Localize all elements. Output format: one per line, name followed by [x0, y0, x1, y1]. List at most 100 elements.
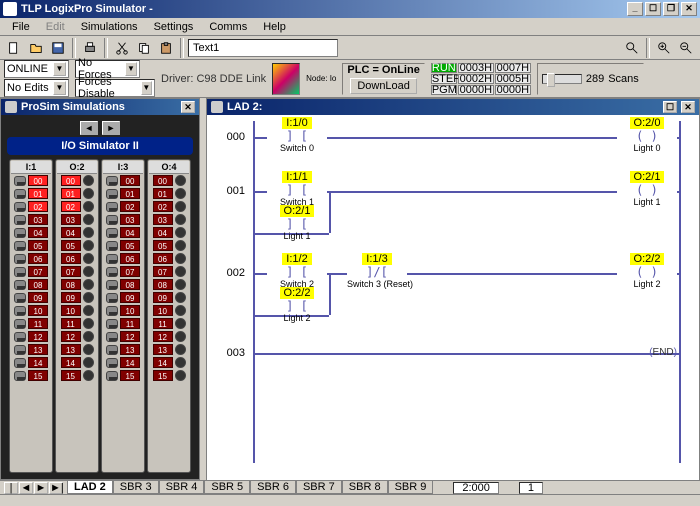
ladder-instruction[interactable]: I:1/3]/[Switch 3 (Reset) — [347, 253, 407, 289]
tab-scroll-first[interactable]: |◄ — [4, 482, 18, 494]
menu-help[interactable]: Help — [255, 19, 294, 35]
ladder-instruction[interactable]: O:2/2] [Light 2 — [267, 287, 327, 323]
io-switch[interactable] — [106, 319, 118, 329]
prosim-close-button[interactable]: ✕ — [181, 101, 195, 113]
io-switch[interactable] — [14, 267, 26, 277]
file-tab[interactable]: SBR 8 — [342, 481, 388, 494]
scan-slider[interactable] — [542, 74, 582, 84]
io-row: 11 — [106, 317, 140, 330]
ladder-instruction[interactable]: I:1/1] [Switch 1 — [267, 171, 327, 207]
menu-comms[interactable]: Comms — [201, 19, 255, 35]
io-switch[interactable] — [14, 241, 26, 251]
io-switch[interactable] — [14, 215, 26, 225]
file-tab[interactable]: LAD 2 — [67, 481, 113, 494]
print-button[interactable] — [80, 38, 100, 58]
find-button[interactable] — [622, 38, 642, 58]
menu-file[interactable]: File — [4, 19, 38, 35]
ladder-instruction[interactable]: O:2/2( )Light 2 — [617, 253, 677, 289]
io-switch[interactable] — [106, 293, 118, 303]
io-next-button[interactable]: ► — [102, 121, 120, 135]
ladder-instruction[interactable]: O:2/0( )Light 0 — [617, 117, 677, 153]
file-tab[interactable]: SBR 5 — [204, 481, 250, 494]
io-switch[interactable] — [14, 358, 26, 368]
io-row: 14 — [61, 356, 94, 369]
io-switch[interactable] — [106, 306, 118, 316]
io-switch[interactable] — [14, 228, 26, 238]
restore-button[interactable]: ❐ — [663, 2, 679, 16]
maximize-button[interactable]: ☐ — [645, 2, 661, 16]
download-button[interactable]: DownLoad — [350, 78, 417, 94]
io-switch[interactable] — [14, 202, 26, 212]
ladder-titlebar[interactable]: LAD 2: ☐ ✕ — [207, 99, 699, 115]
toolbar-text-input[interactable] — [188, 39, 338, 57]
ladder-instruction[interactable]: I:1/0] [Switch 0 — [267, 117, 327, 153]
io-switch[interactable] — [106, 176, 118, 186]
tab-scroll-prev[interactable]: ◄ — [19, 482, 33, 494]
io-switch[interactable] — [106, 215, 118, 225]
ladder-instruction[interactable]: O:2/1( )Light 1 — [617, 171, 677, 207]
status-run[interactable]: RUN — [431, 63, 457, 73]
io-switch[interactable] — [14, 319, 26, 329]
new-button[interactable] — [4, 38, 24, 58]
io-switch[interactable] — [106, 358, 118, 368]
io-switch[interactable] — [106, 202, 118, 212]
tab-scroll-next[interactable]: ► — [34, 482, 48, 494]
io-switch[interactable] — [14, 345, 26, 355]
branch-wire[interactable] — [329, 191, 331, 233]
io-switch[interactable] — [106, 267, 118, 277]
rung-number: 001 — [215, 185, 245, 197]
io-switch[interactable] — [106, 228, 118, 238]
io-switch[interactable] — [14, 306, 26, 316]
mode-combo[interactable]: ONLINE▼ — [4, 60, 69, 78]
io-switch[interactable] — [14, 189, 26, 199]
cut-button[interactable] — [112, 38, 132, 58]
menu-settings[interactable]: Settings — [146, 19, 202, 35]
menu-edit[interactable]: Edit — [38, 19, 73, 35]
io-led: 11 — [153, 318, 173, 329]
io-switch[interactable] — [14, 280, 26, 290]
paste-button[interactable] — [156, 38, 176, 58]
file-tab[interactable]: SBR 7 — [296, 481, 342, 494]
open-button[interactable] — [26, 38, 46, 58]
forces-disable-combo[interactable]: Forces Disable▼ — [75, 79, 155, 97]
ladder-instruction[interactable]: O:2/1] [Light 1 — [267, 205, 327, 241]
close-button[interactable]: ✕ — [681, 2, 697, 16]
ladder-max-button[interactable]: ☐ — [663, 101, 677, 113]
file-tab[interactable]: SBR 4 — [159, 481, 205, 494]
io-switch[interactable] — [106, 345, 118, 355]
io-switch[interactable] — [106, 371, 118, 381]
io-switch[interactable] — [14, 371, 26, 381]
file-tab[interactable]: SBR 9 — [388, 481, 434, 494]
tab-scroll-last[interactable]: ►| — [49, 482, 63, 494]
prosim-titlebar[interactable]: ProSim Simulations ✕ — [1, 99, 199, 115]
io-switch[interactable] — [106, 280, 118, 290]
io-switch[interactable] — [106, 189, 118, 199]
ladder-canvas[interactable]: 000I:1/0] [Switch 0O:2/0( )Light 0001I:1… — [207, 115, 699, 493]
save-button[interactable] — [48, 38, 68, 58]
status-step[interactable]: STEP — [431, 74, 457, 84]
io-switch[interactable] — [14, 293, 26, 303]
zoom-out-button[interactable] — [676, 38, 696, 58]
ladder-close-button[interactable]: ✕ — [681, 101, 695, 113]
menu-simulations[interactable]: Simulations — [73, 19, 146, 35]
minimize-button[interactable]: _ — [627, 2, 643, 16]
file-tab[interactable]: SBR 6 — [250, 481, 296, 494]
edits-combo[interactable]: No Edits▼ — [4, 79, 69, 97]
io-switch[interactable] — [106, 332, 118, 342]
branch-wire[interactable] — [253, 191, 255, 233]
rung-wire[interactable] — [253, 353, 681, 355]
status-pgm[interactable]: PGM — [431, 85, 457, 95]
io-switch[interactable] — [106, 254, 118, 264]
ladder-instruction[interactable]: I:1/2] [Switch 2 — [267, 253, 327, 289]
io-prev-button[interactable]: ◄ — [80, 121, 98, 135]
io-switch[interactable] — [14, 254, 26, 264]
zoom-in-button[interactable] — [654, 38, 674, 58]
branch-wire[interactable] — [329, 273, 331, 315]
io-switch[interactable] — [14, 332, 26, 342]
io-switch[interactable] — [14, 176, 26, 186]
io-column-I1: I:100010203040506070809101112131415 — [9, 159, 53, 473]
file-tab[interactable]: SBR 3 — [113, 481, 159, 494]
branch-wire[interactable] — [253, 273, 255, 315]
io-switch[interactable] — [106, 241, 118, 251]
copy-button[interactable] — [134, 38, 154, 58]
